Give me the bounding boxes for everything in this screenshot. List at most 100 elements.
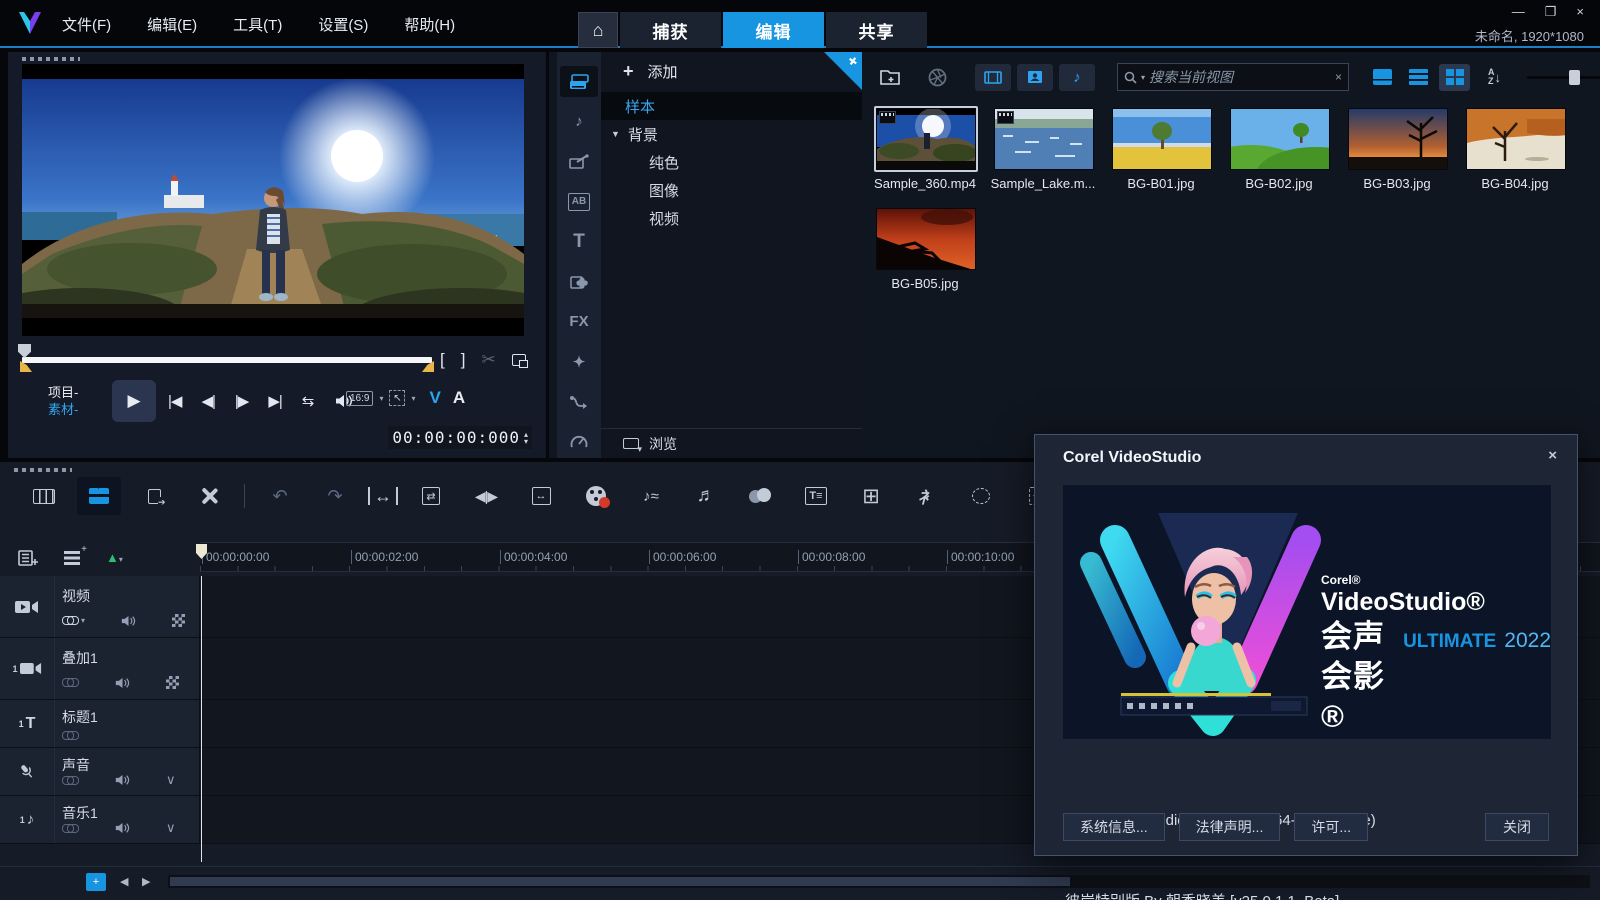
tree-item-solid-color[interactable]: 纯色 xyxy=(601,148,862,176)
overlay-options-icon[interactable] xyxy=(739,477,783,515)
scroll-left-icon[interactable]: ◀ xyxy=(120,875,128,888)
scrubber-bar[interactable] xyxy=(22,357,432,363)
link-icon[interactable] xyxy=(62,824,79,833)
filter-video-icon[interactable] xyxy=(975,64,1011,91)
paste-attributes-icon[interactable] xyxy=(132,477,176,515)
tab-edit[interactable]: 编辑 xyxy=(723,12,824,48)
media-item-lake[interactable]: Sample_Lake.m... xyxy=(984,104,1102,200)
system-info-button[interactable]: 系统信息... xyxy=(1063,813,1165,841)
range-selection-icon[interactable]: ⇄ xyxy=(409,477,453,515)
category-motion-path-icon[interactable] xyxy=(560,386,598,417)
jump-start-button[interactable]: |◀ xyxy=(168,392,181,410)
menu-file[interactable]: 文件(F) xyxy=(62,14,111,35)
slider-handle[interactable] xyxy=(1569,70,1580,85)
category-transition-icon[interactable]: AB xyxy=(560,186,598,217)
menu-settings[interactable]: 设置(S) xyxy=(318,14,368,35)
media-item-bgb05[interactable]: BG-B05.jpg xyxy=(866,204,984,300)
preview-video[interactable] xyxy=(22,64,524,336)
panel-drag-handle[interactable] xyxy=(22,57,80,61)
aspect-dropdown-icon[interactable]: ▾ xyxy=(379,394,383,403)
fit-project-icon[interactable]: ↔ xyxy=(368,487,398,505)
mode-project-label[interactable]: 项目- xyxy=(48,384,78,401)
step-back-button[interactable]: ◀| xyxy=(201,392,214,410)
license-button[interactable]: 许可... xyxy=(1294,813,1368,841)
sort-button[interactable]: AZ ↓ xyxy=(1488,68,1501,86)
preview-scrubber[interactable] xyxy=(22,352,432,368)
panel-drag-handle[interactable] xyxy=(14,468,72,472)
undo-button[interactable]: ↶ xyxy=(258,477,302,515)
split-clip-button[interactable]: ◀|▶ xyxy=(464,477,508,515)
storyboard-view-button[interactable] xyxy=(22,477,66,515)
dialog-close-icon[interactable]: × xyxy=(1548,447,1557,464)
tools-icon[interactable] xyxy=(187,477,231,515)
playhead-handle[interactable] xyxy=(18,344,31,358)
scroll-right-icon[interactable]: ▶ xyxy=(142,875,150,888)
jump-end-button[interactable]: ▶| xyxy=(268,392,281,410)
fade-icon[interactable]: ∨ xyxy=(166,820,176,836)
track-transparency-icon[interactable] xyxy=(172,614,185,627)
tab-share[interactable]: 共享 xyxy=(826,12,927,48)
media-item-bgb03[interactable]: BG-B03.jpg xyxy=(1338,104,1456,200)
search-scope-dropdown-icon[interactable]: ▾ xyxy=(1141,73,1145,82)
insert-track-icon[interactable] xyxy=(64,551,80,565)
category-media-icon[interactable] xyxy=(560,66,598,97)
menu-tools[interactable]: 工具(T) xyxy=(233,14,282,35)
link-icon[interactable] xyxy=(62,731,79,740)
close-icon[interactable]: × xyxy=(1576,4,1584,20)
play-button[interactable]: ▶ xyxy=(112,380,156,422)
search-input[interactable] xyxy=(1149,69,1331,85)
minimize-icon[interactable]: — xyxy=(1512,4,1525,20)
menu-edit[interactable]: 编辑(E) xyxy=(147,14,197,35)
category-speed-icon[interactable] xyxy=(560,426,598,457)
category-filter-icon[interactable]: FX xyxy=(560,306,598,337)
link-icon[interactable] xyxy=(62,678,79,687)
loop-button[interactable]: ⇆ xyxy=(302,392,314,410)
record-capture-icon[interactable] xyxy=(574,477,618,515)
track-transparency-icon[interactable] xyxy=(166,676,179,689)
timecode-spinner[interactable]: ▴ ▾ xyxy=(524,431,528,445)
link-icon[interactable] xyxy=(62,776,79,785)
home-button[interactable]: ⌂ xyxy=(578,12,618,48)
step-forward-button[interactable]: |▶ xyxy=(235,392,248,410)
tree-item-image[interactable]: 图像 xyxy=(601,176,862,204)
view-grid-icon[interactable] xyxy=(1439,64,1470,91)
split-screen-template-icon[interactable]: ⊞ xyxy=(849,477,893,515)
add-label[interactable]: 添加 xyxy=(648,61,678,82)
scrollbar-thumb[interactable] xyxy=(170,877,1070,886)
category-effects-icon[interactable]: ✦ xyxy=(560,346,598,377)
ripple-edit-icon[interactable]: ↔ xyxy=(519,477,563,515)
tab-capture[interactable]: 捕获 xyxy=(620,12,721,48)
timeline-view-button[interactable] xyxy=(77,477,121,515)
subtitle-editor-icon[interactable]: T≡ xyxy=(794,477,838,515)
media-item-bgb01[interactable]: BG-B01.jpg xyxy=(1102,104,1220,200)
sound-mixer-icon[interactable]: ♪≈ xyxy=(629,477,673,515)
tree-item-background[interactable]: ▼背景 xyxy=(601,120,862,148)
spin-down-icon[interactable]: ▾ xyxy=(524,438,528,445)
fade-icon[interactable]: ∨ xyxy=(166,772,176,788)
media-item-sample360[interactable]: Sample_360.mp4 xyxy=(866,104,984,200)
expander-icon[interactable]: ▼ xyxy=(611,129,620,139)
track-manager-icon[interactable] xyxy=(18,550,38,566)
maximize-icon[interactable]: ❐ xyxy=(1545,4,1557,20)
timeline-scrollbar[interactable] xyxy=(168,875,1590,888)
audio-toggle[interactable]: A xyxy=(453,388,465,408)
legal-notice-button[interactable]: 法律声明... xyxy=(1179,813,1281,841)
auto-music-icon[interactable]: ♬ xyxy=(684,477,728,515)
split-clip-icon[interactable]: ✂ xyxy=(481,350,495,370)
tree-item-video[interactable]: 视频 xyxy=(601,204,862,232)
track-mute-icon[interactable] xyxy=(115,822,130,834)
filter-audio-icon[interactable]: ♪ xyxy=(1059,64,1095,91)
import-folder-icon[interactable] xyxy=(880,68,902,86)
menu-help[interactable]: 帮助(H) xyxy=(404,14,455,35)
add-folder-icon[interactable]: + xyxy=(623,61,634,82)
category-graphics-icon[interactable] xyxy=(560,266,598,297)
browse-footer[interactable]: 浏览 xyxy=(601,428,862,458)
close-dialog-button[interactable]: 关闭 xyxy=(1485,813,1549,841)
selection-tool[interactable]: ↖ xyxy=(389,390,405,406)
category-instant-project-icon[interactable] xyxy=(560,146,598,177)
aspect-ratio-selector[interactable]: 16:9 xyxy=(346,391,373,406)
smart-proxy-icon[interactable] xyxy=(928,68,947,87)
link-icon[interactable] xyxy=(62,616,79,625)
redo-button[interactable]: ↷ xyxy=(313,477,357,515)
track-mute-icon[interactable] xyxy=(115,774,130,786)
